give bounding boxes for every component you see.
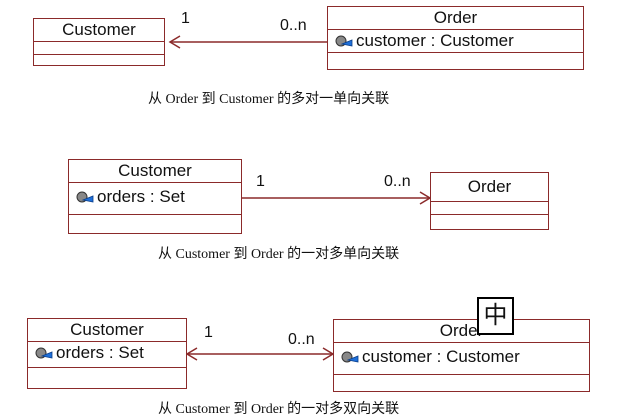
class-name: Customer — [28, 319, 186, 342]
class-attributes: customer : Customer — [334, 343, 589, 375]
customer-class-3: Customer orders : Set — [27, 318, 187, 389]
class-operations — [334, 375, 589, 391]
caption-1: 从 Order 到 Customer 的多对一单向关联 — [148, 92, 390, 107]
attribute-key-icon — [334, 32, 354, 50]
class-attributes — [34, 42, 164, 55]
input-method-indicator[interactable]: 中 — [477, 297, 514, 335]
left-multiplicity-2: 1 — [256, 173, 265, 190]
attribute-text: orders : Set — [56, 343, 144, 362]
attribute-text: customer : Customer — [356, 31, 514, 50]
class-attributes — [431, 202, 548, 215]
attribute-key-icon — [75, 188, 95, 206]
order-class-3: Order customer : Customer — [333, 319, 590, 392]
order-class-1: Order customer : Customer — [327, 6, 584, 70]
right-multiplicity-1: 0..n — [280, 17, 307, 34]
caption-3: 从 Customer 到 Order 的一对多双向关联 — [158, 402, 400, 417]
class-operations — [34, 55, 164, 65]
attribute-key-icon — [340, 348, 360, 366]
attribute-text: orders : Set — [97, 187, 185, 206]
class-attributes: orders : Set — [28, 342, 186, 368]
customer-class-1: Customer — [33, 18, 165, 66]
attribute-text: customer : Customer — [362, 347, 520, 366]
attribute-key-icon — [34, 344, 54, 362]
class-name: Order — [328, 7, 583, 30]
class-name: Customer — [34, 19, 164, 42]
left-multiplicity-3: 1 — [204, 324, 213, 341]
class-name: Order — [334, 320, 589, 343]
class-name: Customer — [69, 160, 241, 183]
customer-class-2: Customer orders : Set — [68, 159, 242, 234]
right-multiplicity-2: 0..n — [384, 173, 411, 190]
class-name: Order — [431, 173, 548, 202]
class-operations — [328, 53, 583, 69]
left-multiplicity-1: 1 — [181, 10, 190, 27]
class-attributes: customer : Customer — [328, 30, 583, 53]
class-operations — [431, 215, 548, 229]
class-operations — [69, 215, 241, 233]
order-class-2: Order — [430, 172, 549, 230]
class-operations — [28, 368, 186, 388]
class-attributes: orders : Set — [69, 183, 241, 215]
right-multiplicity-3: 0..n — [288, 331, 315, 348]
caption-2: 从 Customer 到 Order 的一对多单向关联 — [158, 247, 400, 262]
